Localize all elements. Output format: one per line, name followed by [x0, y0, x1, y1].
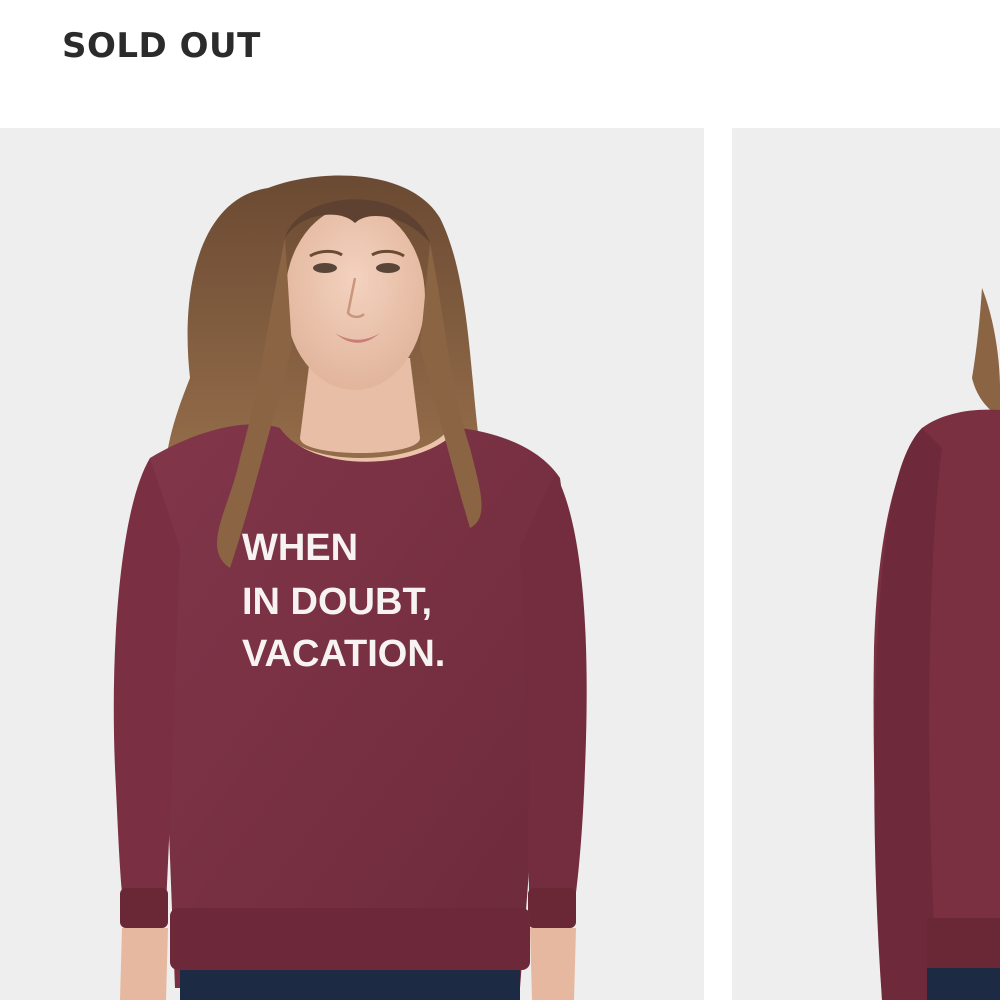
product-page: SOLD OUT WHEN IN DOUBT, VACATION. [0, 0, 1000, 1000]
shirt-print-line-2: IN DOUBT, [242, 581, 432, 623]
model-front-illustration: WHEN IN DOUBT, VACATION. [113, 175, 587, 1000]
product-image-gallery: WHEN IN DOUBT, VACATION. [0, 128, 1000, 1000]
shirt-print-line-3: VACATION. [242, 633, 445, 675]
model-back-illustration [873, 288, 1000, 1000]
product-header: SOLD OUT [0, 0, 1000, 128]
product-image-front[interactable]: WHEN IN DOUBT, VACATION. [0, 128, 704, 1000]
product-image-back[interactable] [732, 128, 1000, 1000]
shirt-print-line-1: WHEN [242, 527, 358, 569]
sold-out-label: SOLD OUT [62, 26, 261, 66]
